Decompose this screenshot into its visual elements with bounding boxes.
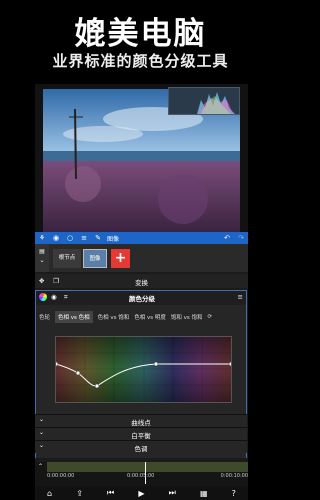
layers-icon[interactable]: ▤ [35,247,49,256]
section-curve-points[interactable]: ⌄ 曲线点 [35,414,247,427]
time-end: 0:00:10:00 [220,473,248,479]
tab-sat-vs-sat[interactable]: 饱和 vs 饱和 [171,313,203,321]
track-row: ▤ ⌄ 根节点 图像 + [35,244,248,272]
tab-hue-vs-hue[interactable]: 色相 vs 色相 [55,311,93,323]
help-icon[interactable]: ? [232,489,236,498]
edit-icon[interactable]: ✎ [91,232,105,244]
video-preview [35,84,248,232]
section-tone[interactable]: ⌄ 色调 [35,440,247,453]
timeline-times: 0:00:00:00 0:00:05:00 0:00:10:00 [47,473,248,483]
transform-bar[interactable]: ✥ ❐ 变换 [35,274,248,288]
reset-icon[interactable]: ⟳ [208,314,213,320]
hue-curve-editor[interactable] [53,336,234,403]
panel-header: 颜色分级 ◉ ⌗ ≡ [36,291,246,305]
play-icon[interactable]: ▶ [138,489,144,498]
promo-headline: 媲美电脑 [74,16,207,52]
menu-icon[interactable]: ≡ [77,232,91,244]
editor-toolbar: ⚘ ◉ ○ ≡ ✎ 图像 ↶ ↷ [35,232,248,244]
skip-forward-icon[interactable]: ⏭ [169,488,176,498]
add-clip-button[interactable]: + [111,249,130,268]
eye-icon[interactable]: ◉ [49,232,63,244]
track-side-controls: ▤ ⌄ [35,244,49,272]
time-start: 0:00:00:00 [47,473,75,479]
grading-tabs: 色轮 色相 vs 色相 色相 vs 饱和 色相 vs 明度 饱和 vs 饱和 ⟳ [36,309,246,325]
histogram [168,87,240,115]
toolbar-label: 图像 [107,235,120,243]
calendar-icon[interactable]: ▦ [200,489,208,498]
promo-subline: 业界标准的颜色分级工具 [52,52,229,70]
collapsible-sections: ⌄ 曲线点 ⌄ 白平衡 ⌄ 色调 [35,414,247,453]
root-node-chip[interactable]: 根节点 [53,249,81,268]
time-mid: 0:00:05:00 [127,473,155,479]
redo-icon[interactable]: ↷ [234,232,248,244]
timeline-strip[interactable] [47,462,248,472]
menu-icon[interactable]: ≡ [238,293,243,301]
chevron-up-icon[interactable]: ⌃ [38,463,43,470]
chevron-down-icon[interactable]: ⌄ [35,256,49,265]
skip-back-icon[interactable]: ⏮ [107,488,114,498]
transform-label: 变换 [135,279,148,287]
section-white-balance[interactable]: ⌄ 白平衡 [35,427,247,440]
tab-hue-vs-sat[interactable]: 色相 vs 饱和 [98,313,130,321]
bracket-icon[interactable]: ⌗ [64,293,68,302]
image-clip-chip[interactable]: 图像 [83,249,107,268]
timeline[interactable]: ⌃ 0:00:00:00 0:00:05:00 0:00:10:00 [35,462,248,486]
eye-icon[interactable]: ◉ [51,293,57,301]
tab-hue-vs-luma[interactable]: 色相 vs 明度 [134,313,166,321]
circle-icon[interactable]: ○ [63,232,77,244]
share-icon[interactable]: ⇪ [76,489,83,498]
tree-icon[interactable]: ⚘ [35,232,49,244]
color-wheel-icon[interactable] [39,293,47,301]
tab-color-wheel[interactable]: 色轮 [39,313,50,321]
bottom-bar: ⌂ ⇪ ⏮ ▶ ⏭ ▦ ? [35,486,248,500]
app-screen: ⚘ ◉ ○ ≡ ✎ 图像 ↶ ↷ ▤ ⌄ 根节点 图像 + ✥ ❐ 变换 颜色分… [35,84,248,500]
undo-icon[interactable]: ↶ [220,232,234,244]
home-icon[interactable]: ⌂ [47,489,52,498]
